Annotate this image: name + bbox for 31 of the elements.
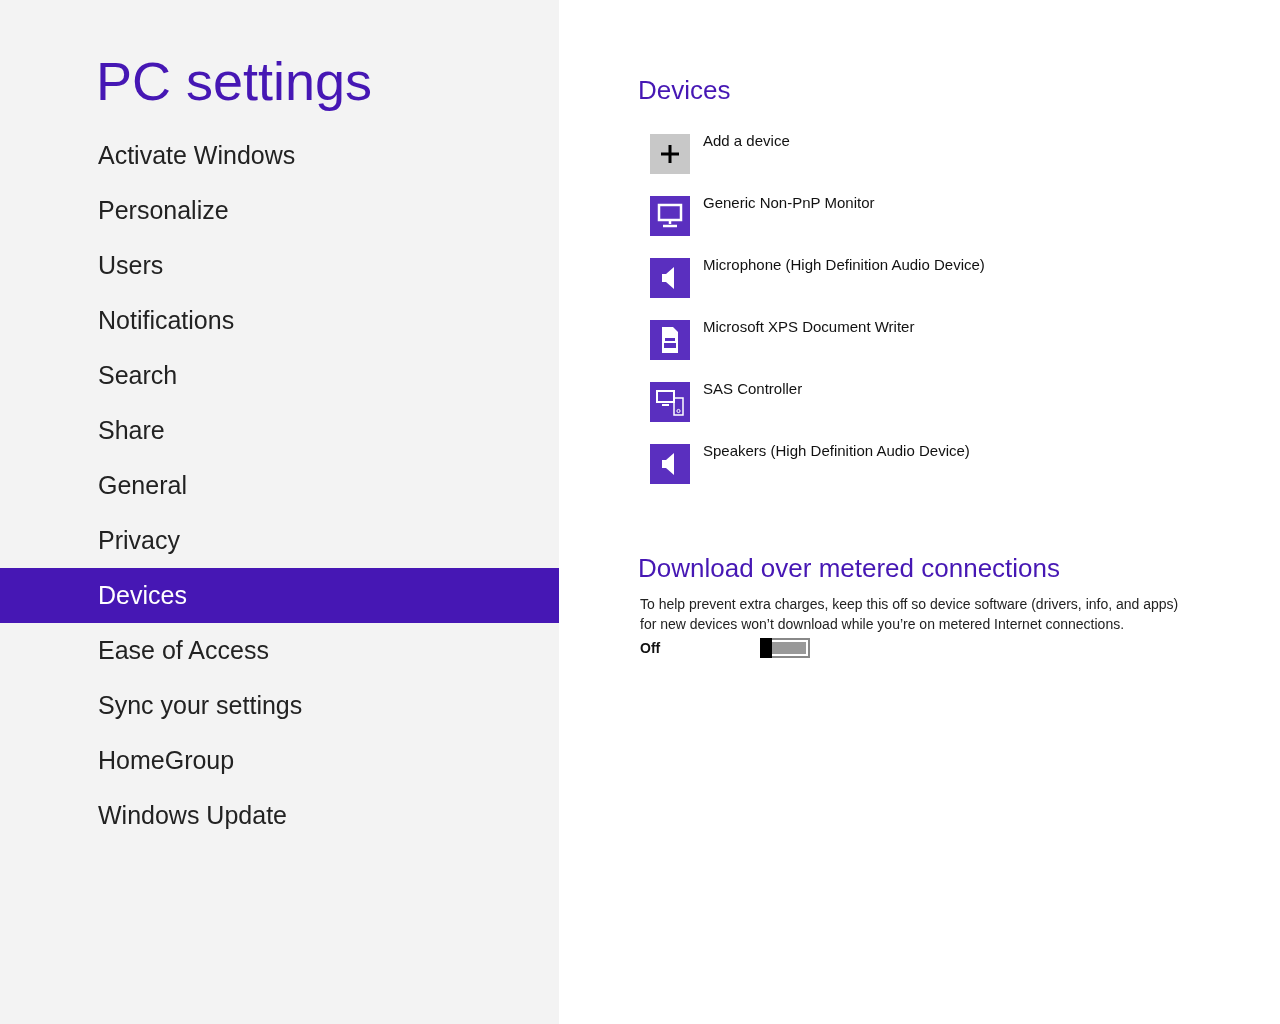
section-heading: Download over metered connections (638, 552, 1062, 585)
sidebar-item[interactable]: Sync your settings (0, 678, 559, 733)
sidebar-item[interactable]: HomeGroup (0, 733, 559, 788)
sidebar-item[interactable]: Share (0, 403, 559, 458)
sidebar-item[interactable]: Search (0, 348, 559, 403)
monitor-icon[interactable] (650, 196, 690, 236)
description-text: To help prevent extra charges, keep this off so device software (drivers, info, and apps) for new devices won’t download while you’re on metered Internet connections. (640, 595, 1180, 634)
sidebar-item[interactable]: Privacy (0, 513, 559, 568)
plus-icon[interactable] (650, 134, 690, 174)
sidebar-item[interactable]: Activate Windows (0, 128, 559, 183)
sidebar-item[interactable]: Users (0, 238, 559, 293)
device-name[interactable]: Speakers (High Definition Audio Device) (703, 442, 970, 459)
section-heading: Devices (638, 74, 732, 107)
computer-and-phone-icon[interactable] (650, 382, 690, 422)
sidebar-item[interactable]: Personalize (0, 183, 559, 238)
page-title: PC settings (96, 50, 374, 113)
device-name[interactable]: Add a device (703, 132, 790, 149)
device-name[interactable]: Generic Non-PnP Monitor (703, 194, 875, 211)
sidebar-item[interactable]: Devices (0, 568, 559, 623)
sidebar-item[interactable]: Windows Update (0, 788, 559, 843)
device-name[interactable]: Microsoft XPS Document Writer (703, 318, 915, 335)
toggle-switch[interactable] (760, 638, 810, 658)
device-name[interactable]: Microphone (High Definition Audio Device) (703, 256, 985, 273)
speaker-icon[interactable] (650, 444, 690, 484)
toggle-label: Off (640, 640, 662, 656)
sidebar-item[interactable]: Notifications (0, 293, 559, 348)
sidebar-item[interactable]: General (0, 458, 559, 513)
speaker-icon[interactable] (650, 258, 690, 298)
sidebar-item[interactable]: Ease of Access (0, 623, 559, 678)
device-name[interactable]: SAS Controller (703, 380, 803, 397)
printer-icon[interactable] (650, 320, 690, 360)
